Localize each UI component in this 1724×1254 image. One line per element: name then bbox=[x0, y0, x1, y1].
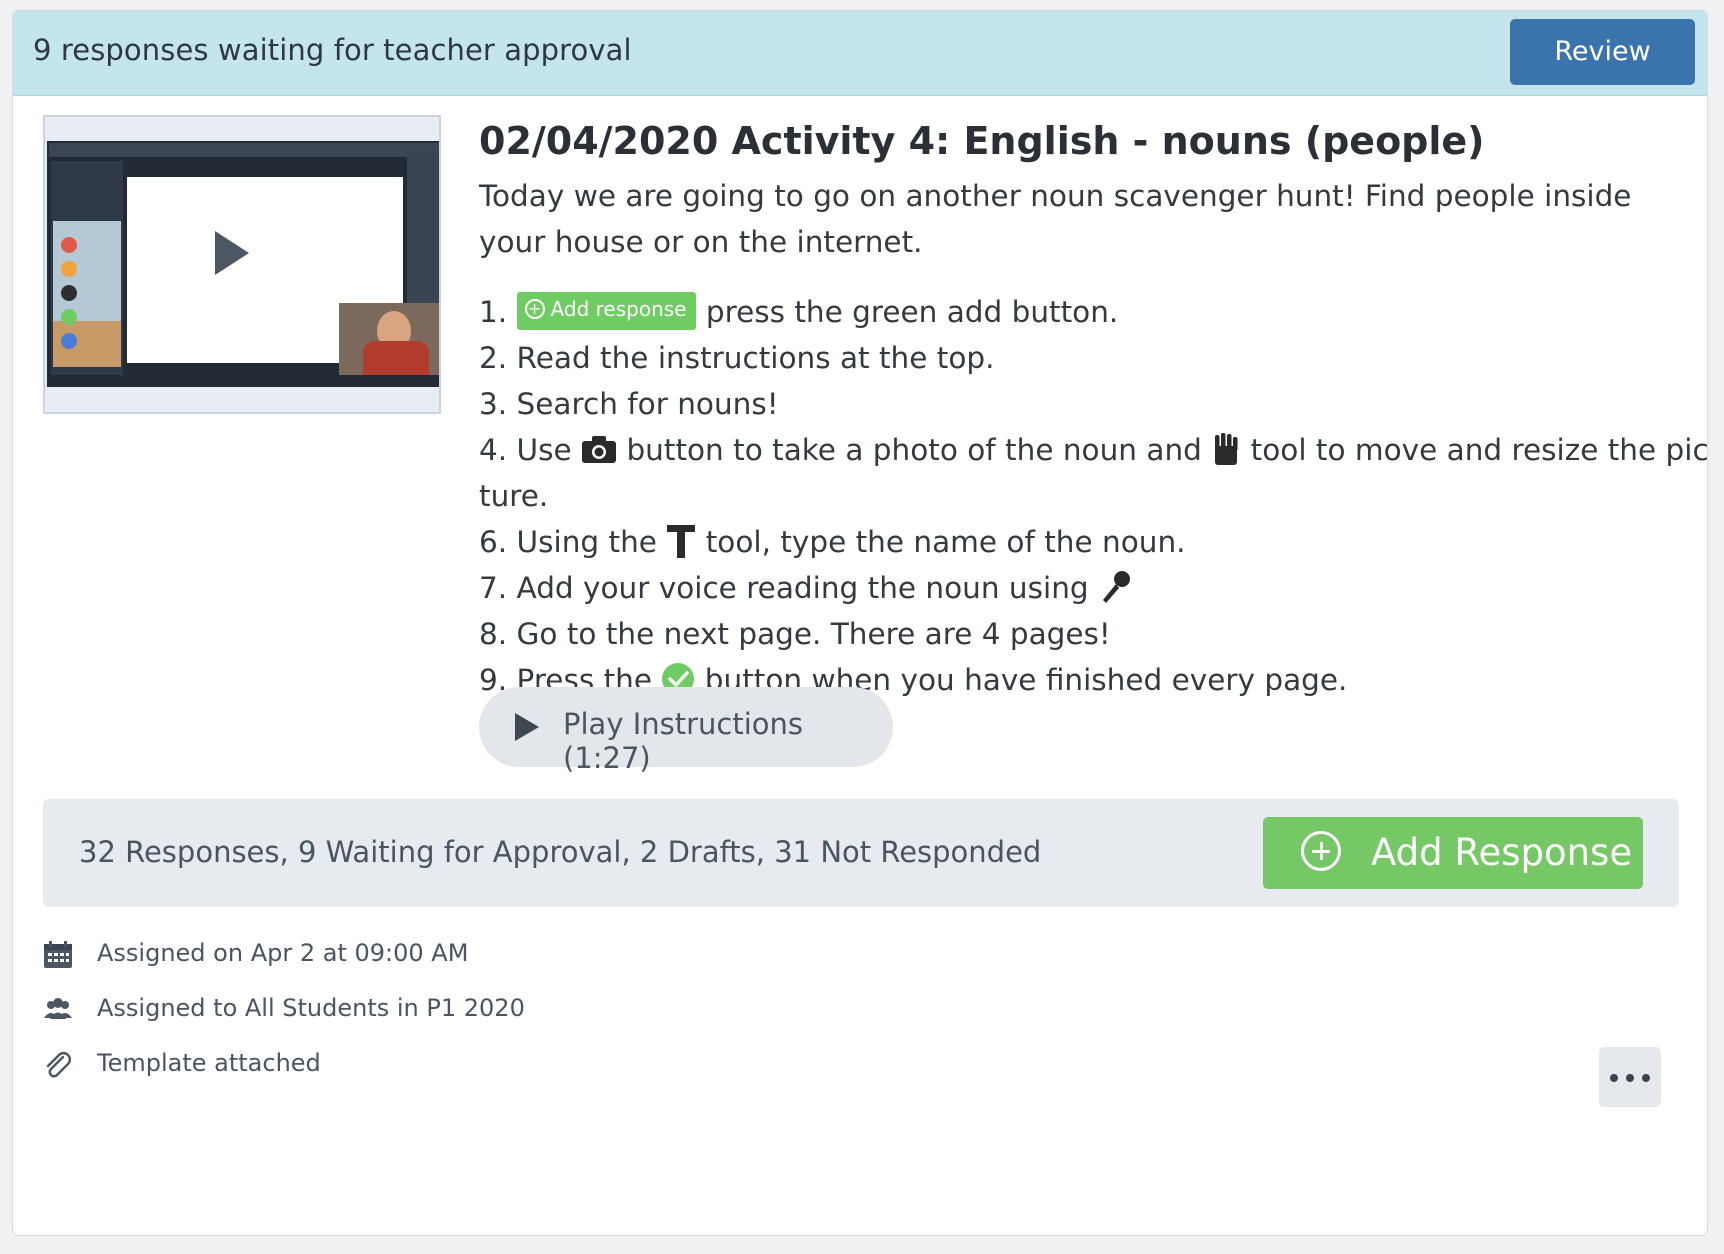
video-thumbnail[interactable] bbox=[43, 115, 441, 414]
video-play-icon[interactable] bbox=[215, 231, 249, 275]
step-6: 6. Using the tool, type the name of the … bbox=[479, 519, 1669, 565]
activity-description: Today we are going to go on another noun… bbox=[479, 179, 1632, 259]
response-status-bar: 32 Responses, 9 Waiting for Approval, 2 … bbox=[43, 799, 1679, 907]
people-icon bbox=[44, 998, 72, 1019]
step-7: 7. Add your voice reading the noun using bbox=[479, 565, 1669, 611]
inline-add-response-badge: + Add response bbox=[516, 291, 697, 330]
more-icon bbox=[1610, 1074, 1618, 1082]
play-instructions-button[interactable]: Play Instructions (1:27) bbox=[479, 687, 893, 775]
step-3: 3. Search for nouns! bbox=[479, 387, 779, 421]
template-text: Template attached bbox=[97, 1049, 321, 1077]
calendar-icon bbox=[44, 941, 72, 968]
move-hand-icon bbox=[1215, 432, 1238, 465]
play-icon bbox=[515, 713, 539, 741]
step-1: 1. + Add response press the green add but… bbox=[479, 289, 1669, 335]
assigned-on-text: Assigned on Apr 2 at 09:00 AM bbox=[97, 939, 469, 967]
microphone-icon bbox=[1103, 570, 1131, 603]
step-8: 8. Go to the next page. There are 4 page… bbox=[479, 617, 1111, 651]
activity-card: 9 responses waiting for teacher approval… bbox=[12, 10, 1708, 1236]
approval-banner: 9 responses waiting for teacher approval… bbox=[13, 11, 1707, 96]
thumbnail-screen bbox=[47, 141, 439, 387]
add-response-button[interactable]: Add Response bbox=[1263, 817, 1643, 889]
approval-banner-text: 9 responses waiting for teacher approval bbox=[33, 33, 632, 67]
text-tool-icon bbox=[667, 524, 696, 558]
response-summary: 32 Responses, 9 Waiting for Approval, 2 … bbox=[79, 835, 1042, 869]
more-options-button[interactable] bbox=[1599, 1047, 1661, 1107]
review-button[interactable]: Review bbox=[1510, 19, 1695, 85]
plus-circle-icon: + bbox=[524, 299, 545, 319]
step-2: 2. Read the instructions at the top. bbox=[479, 341, 995, 375]
plus-circle-icon bbox=[1301, 831, 1341, 871]
assigned-to-text: Assigned to All Students in P1 2020 bbox=[97, 994, 525, 1022]
step-4-continuation: ture. bbox=[479, 479, 549, 513]
play-instructions-label: Play Instructions (1:27) bbox=[563, 707, 804, 775]
instruction-steps: 1. + Add response press the green add but… bbox=[479, 289, 1708, 703]
activity-title: 02/04/2020 Activity 4: English - nouns (… bbox=[479, 119, 1485, 163]
step-4: 4. Use button to take a photo of the nou… bbox=[479, 432, 1708, 467]
paperclip-icon bbox=[46, 1052, 71, 1078]
add-response-label: Add Response bbox=[1371, 831, 1633, 874]
camera-icon bbox=[582, 435, 617, 463]
